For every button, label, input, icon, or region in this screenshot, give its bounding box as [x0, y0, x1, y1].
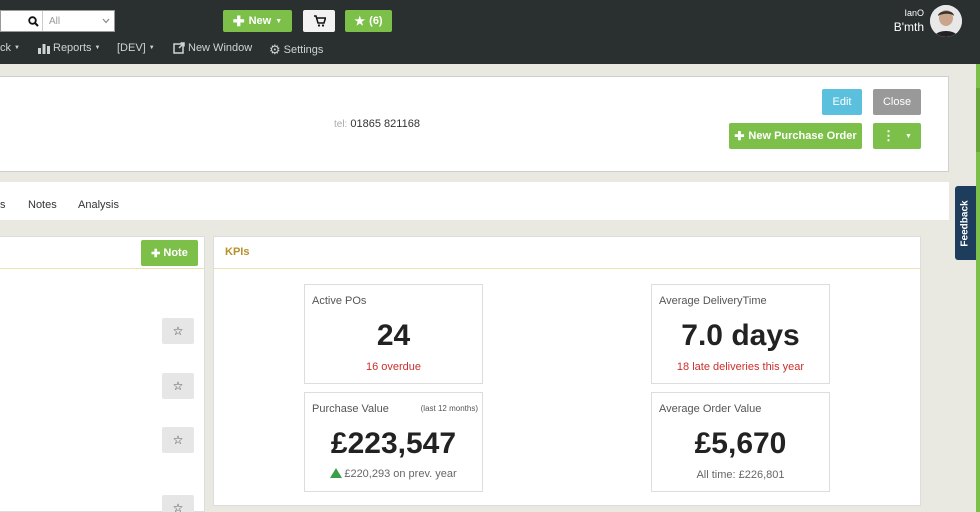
nav-item-dev[interactable]: [DEV] ▼ — [117, 42, 155, 54]
kpi-card-purchase-value[interactable]: Purchase Value (last 12 months) £223,547… — [304, 392, 483, 492]
plus-icon: ✚ — [232, 12, 245, 29]
tab-notes[interactable]: Notes — [28, 199, 57, 211]
kpi-value: £5,670 — [694, 427, 787, 460]
more-options-button[interactable]: ⋮ ▼ — [873, 123, 921, 149]
kpi-panel-title: KPIs — [214, 237, 920, 269]
kpi-footnote: 18 late deliveries this year — [676, 361, 805, 373]
starred-button[interactable]: ★ (6) — [345, 10, 392, 32]
nav-item-label: Reports — [53, 42, 92, 54]
user-location: B'mth — [893, 20, 924, 34]
search-scope-select[interactable]: All — [43, 11, 114, 31]
avatar[interactable] — [930, 5, 962, 37]
caret-down-icon: ▼ — [905, 132, 912, 140]
search-box: All — [0, 10, 115, 32]
nav-item-reports[interactable]: Reports ▼ — [38, 42, 100, 54]
new-purchase-order-button[interactable]: ✚ New Purchase Order — [729, 123, 862, 149]
kpi-footnote-text: £220,293 on prev. year — [344, 468, 457, 480]
kpi-title: Purchase Value — [312, 403, 389, 415]
nav-item-label: [DEV] — [117, 42, 146, 54]
starred-count: (6) — [369, 15, 383, 27]
chevron-down-icon — [102, 18, 110, 24]
kpi-title: Average Order Value — [659, 403, 762, 415]
kpi-card-average-delivery-time[interactable]: Average DeliveryTime 7.0 days 18 late de… — [651, 284, 830, 384]
kpi-card-active-pos[interactable]: Active POs 24 16 overdue — [304, 284, 483, 384]
telephone: tel: 01865 821168 — [334, 118, 420, 130]
tab-analysis[interactable]: Analysis — [78, 199, 119, 211]
gear-icon: ⚙ — [269, 42, 281, 57]
add-note-button[interactable]: ✚ Note — [141, 240, 198, 266]
star-icon[interactable]: ☆ — [162, 427, 194, 453]
kpi-value: 7.0 days — [681, 319, 800, 352]
search-scope-value: All — [49, 15, 61, 27]
supplier-header-card: tel: 01865 821168 Edit Close ✚ New Purch… — [0, 76, 949, 172]
nav-item-new-window[interactable]: New Window — [173, 42, 252, 54]
kpi-period: (last 12 months) — [420, 404, 478, 413]
star-icon: ★ — [354, 14, 366, 28]
cart-button[interactable] — [303, 10, 335, 32]
feedback-tab[interactable]: Feedback — [955, 186, 976, 260]
star-icon[interactable]: ☆ — [162, 318, 194, 344]
kpi-title: Average DeliveryTime — [659, 295, 767, 307]
kpi-footnote: All time: £226,801 — [696, 469, 785, 481]
kpi-panel: KPIs Active POs 24 16 overdue Average De… — [213, 236, 921, 506]
tel-value: 01865 821168 — [350, 118, 420, 130]
scrollbar-thumb[interactable] — [976, 88, 980, 152]
tab-previous[interactable]: s — [0, 199, 6, 211]
close-button[interactable]: Close — [873, 89, 921, 115]
user-info[interactable]: IanO B'mth — [894, 8, 924, 34]
star-icon[interactable]: ☆ — [162, 495, 194, 512]
plus-icon: ✚ — [151, 247, 161, 260]
kpi-title: Active POs — [312, 295, 367, 307]
caret-down-icon: ▼ — [275, 17, 283, 25]
add-note-label: Note — [163, 247, 188, 259]
kpi-footnote: 16 overdue — [365, 361, 422, 373]
nav-item-back[interactable]: ck ▼ — [0, 42, 20, 54]
caret-down-icon: ▼ — [148, 45, 155, 51]
kpi-footnote: £220,293 on prev. year — [305, 468, 482, 480]
nav-item-settings[interactable]: ⚙ Settings — [269, 42, 323, 58]
top-bar: All ✚ New ▼ ★ (6) IanO B'mth ck ▼ Report… — [0, 0, 980, 64]
user-name: IanO — [904, 8, 924, 18]
caret-down-icon: ▼ — [94, 45, 101, 51]
vertical-dots-icon: ⋮ — [882, 128, 896, 143]
new-purchase-order-label: New Purchase Order — [748, 130, 857, 142]
tel-label: tel: — [334, 119, 348, 130]
edit-button[interactable]: Edit — [822, 89, 862, 115]
search-icon[interactable] — [25, 11, 43, 31]
nav-item-label: New Window — [188, 42, 253, 54]
cart-icon — [313, 15, 326, 27]
plus-icon: ✚ — [734, 129, 745, 143]
kpi-value: 24 — [376, 319, 411, 352]
feedback-label: Feedback — [960, 199, 972, 247]
bar-chart-icon — [38, 43, 50, 54]
kpi-value: £223,547 — [330, 427, 457, 460]
nav-item-label: Settings — [283, 44, 324, 56]
external-window-icon — [173, 42, 185, 54]
star-icon[interactable]: ☆ — [162, 373, 194, 399]
nav-item-label: ck — [0, 42, 11, 54]
notes-panel: ✚ Note ☆ ☆ ☆ ☆ — [0, 236, 205, 512]
trend-up-icon — [330, 468, 343, 478]
new-button[interactable]: ✚ New ▼ — [223, 10, 292, 32]
new-button-label: New — [248, 15, 272, 27]
kpi-card-average-order-value[interactable]: Average Order Value £5,670 All time: £22… — [651, 392, 830, 492]
caret-down-icon: ▼ — [14, 45, 20, 51]
search-input[interactable] — [1, 11, 25, 31]
